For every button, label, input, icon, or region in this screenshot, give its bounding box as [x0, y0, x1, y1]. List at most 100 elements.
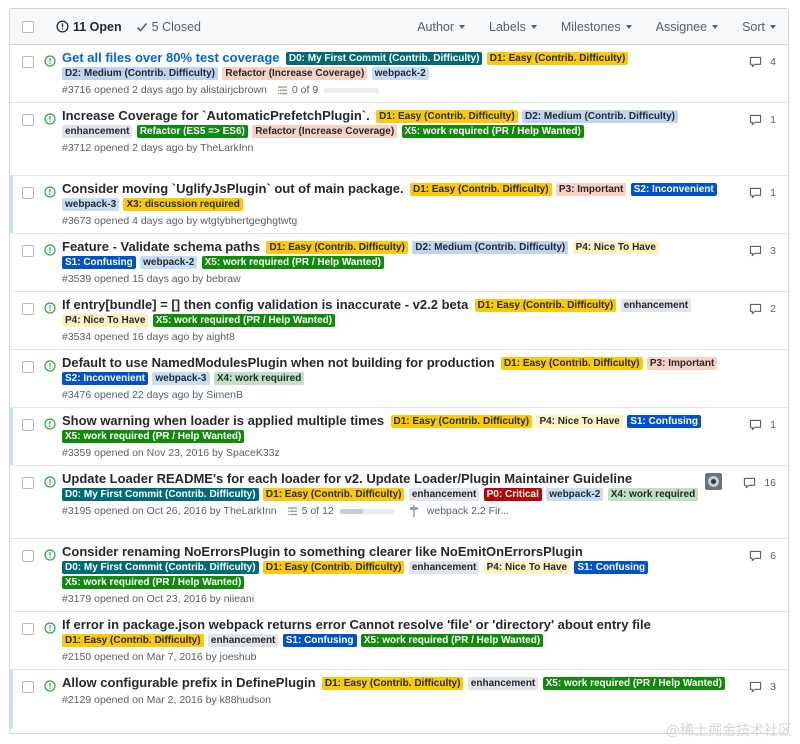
issue-label[interactable]: D1: Easy (Contrib. Difficulty)	[390, 415, 533, 428]
issue-label[interactable]: D1: Easy (Contrib. Difficulty)	[500, 357, 643, 370]
issue-label[interactable]: D1: Easy (Contrib. Difficulty)	[321, 677, 464, 690]
issue-label[interactable]: P0: Critical	[483, 488, 542, 501]
issue-checkbox[interactable]	[22, 361, 34, 373]
issue-label[interactable]: Refactor (Increase Coverage)	[222, 67, 368, 80]
issue-title-link[interactable]: Feature - Validate schema paths	[62, 239, 260, 254]
issue-label[interactable]: X5: work required (PR / Help Wanted)	[201, 256, 384, 269]
issue-checkbox[interactable]	[22, 245, 34, 257]
issue-row[interactable]: If entry[bundle] = [] then config valida…	[10, 292, 788, 350]
issue-row[interactable]: If error in package.json webpack returns…	[10, 612, 788, 670]
issue-label[interactable]: enhancement	[62, 125, 133, 138]
issue-label[interactable]: P4: Nice To Have	[62, 314, 149, 327]
comment-count-link[interactable]: 2	[749, 303, 776, 315]
issue-label[interactable]: X5: work required (PR / Help Wanted)	[152, 314, 336, 327]
filter-labels[interactable]: Labels	[489, 20, 537, 34]
issue-label[interactable]: X5: work required (PR / Help Wanted)	[62, 430, 245, 443]
issue-label[interactable]: D1: Easy (Contrib. Difficulty)	[262, 488, 405, 501]
issue-label[interactable]: D1: Easy (Contrib. Difficulty)	[410, 183, 552, 196]
comment-count-link[interactable]: 4	[749, 56, 776, 68]
issue-row[interactable]: Get all files over 80% test coverage D0:…	[10, 45, 788, 103]
issue-label[interactable]: enhancement	[467, 677, 539, 690]
issue-checkbox[interactable]	[22, 303, 34, 315]
issue-checkbox[interactable]	[22, 114, 34, 126]
issue-label[interactable]: D1: Easy (Contrib. Difficulty)	[474, 299, 617, 312]
issue-title-link[interactable]: If entry[bundle] = [] then config valida…	[62, 297, 468, 312]
issue-label[interactable]: webpack-3	[62, 198, 120, 211]
comment-count-link[interactable]: 3	[749, 681, 776, 693]
issue-label[interactable]: D1: Easy (Contrib. Difficulty)	[266, 241, 408, 254]
issue-checkbox[interactable]	[22, 56, 34, 68]
issue-label[interactable]: webpack-2	[140, 256, 198, 269]
issue-row[interactable]: Update Loader README's for each loader f…	[10, 466, 788, 539]
issue-label[interactable]: Refactor (ES5 => ES6)	[136, 125, 248, 138]
issue-label[interactable]: enhancement	[408, 488, 480, 501]
issue-checkbox[interactable]	[22, 187, 34, 199]
comment-count-link[interactable]: 1	[749, 419, 776, 431]
issue-label[interactable]: P3: Important	[646, 357, 718, 370]
issue-checkbox[interactable]	[22, 419, 34, 431]
issue-label[interactable]: P3: Important	[555, 183, 627, 196]
issue-checkbox[interactable]	[22, 477, 34, 489]
issue-label[interactable]: webpack-2	[371, 67, 429, 80]
issue-title-link[interactable]: Allow configurable prefix in DefinePlugi…	[62, 675, 316, 690]
issue-title-link[interactable]: If error in package.json webpack returns…	[62, 617, 651, 632]
issue-label[interactable]: D2: Medium (Contrib. Difficulty)	[62, 67, 218, 80]
issue-label[interactable]: S1: Confusing	[627, 415, 701, 428]
issue-label[interactable]: P4: Nice To Have	[536, 415, 623, 428]
issue-milestone[interactable]: webpack 2.2 Fir...	[409, 505, 509, 517]
issue-row[interactable]: Feature - Validate schema paths D1: Easy…	[10, 234, 788, 292]
issue-label[interactable]: S2: Inconvenient	[62, 372, 149, 385]
issue-label[interactable]: webpack-3	[152, 372, 210, 385]
filter-sort[interactable]: Sort	[742, 20, 776, 34]
issue-label[interactable]: D0: My First Commit (Contrib. Difficulty…	[62, 561, 259, 574]
issue-label[interactable]: D1: Easy (Contrib. Difficulty)	[486, 52, 629, 65]
issue-title-link[interactable]: Get all files over 80% test coverage	[62, 50, 280, 65]
issue-label[interactable]: S1: Confusing	[62, 256, 136, 269]
issue-label[interactable]: enhancement	[207, 634, 279, 647]
issue-title-link[interactable]: Increase Coverage for `AutomaticPrefetch…	[62, 108, 370, 123]
issue-row[interactable]: Show warning when loader is applied mult…	[10, 408, 788, 466]
issue-label[interactable]: X4: work required	[213, 372, 305, 385]
issue-label[interactable]: enhancement	[408, 561, 480, 574]
issue-label[interactable]: X3: discussion required	[123, 198, 243, 211]
issue-row[interactable]: Default to use NamedModulesPlugin when n…	[10, 350, 788, 408]
issue-label[interactable]: D1: Easy (Contrib. Difficulty)	[376, 110, 518, 123]
issue-row[interactable]: Consider renaming NoErrorsPlugin to some…	[10, 539, 788, 612]
issue-label[interactable]: D2: Medium (Contrib. Difficulty)	[412, 241, 569, 254]
issue-label[interactable]: D1: Easy (Contrib. Difficulty)	[262, 561, 405, 574]
issue-title-link[interactable]: Consider moving `UglifyJsPlugin` out of …	[62, 181, 404, 196]
assignee-avatar[interactable]	[705, 473, 722, 490]
open-issues-toggle[interactable]: 11 Open	[56, 20, 122, 34]
issue-row[interactable]: Consider moving `UglifyJsPlugin` out of …	[10, 176, 788, 234]
issue-checkbox[interactable]	[22, 681, 34, 693]
issue-label[interactable]: X5: work required (PR / Help Wanted)	[360, 634, 544, 647]
issue-label[interactable]: X5: work required (PR / Help Wanted)	[62, 576, 245, 589]
issue-title-link[interactable]: Default to use NamedModulesPlugin when n…	[62, 355, 495, 370]
issue-row[interactable]: Increase Coverage for `AutomaticPrefetch…	[10, 103, 788, 176]
issue-title-link[interactable]: Consider renaming NoErrorsPlugin to some…	[62, 544, 583, 559]
issue-label[interactable]: webpack-2	[546, 488, 604, 501]
issue-label[interactable]: Refactor (Increase Coverage)	[252, 125, 398, 138]
comment-count-link[interactable]: 3	[749, 245, 776, 257]
filter-assignee[interactable]: Assignee	[656, 20, 719, 34]
issue-title-link[interactable]: Update Loader README's for each loader f…	[62, 471, 632, 486]
issue-label[interactable]: enhancement	[620, 299, 692, 312]
issue-label[interactable]: S1: Confusing	[574, 561, 649, 574]
issue-label[interactable]: D0: My First Commit (Contrib. Difficulty…	[285, 52, 483, 65]
issue-label[interactable]: P4: Nice To Have	[483, 561, 571, 574]
issue-label[interactable]: S1: Confusing	[282, 634, 357, 647]
issue-title-link[interactable]: Show warning when loader is applied mult…	[62, 413, 384, 428]
issue-label[interactable]: D1: Easy (Contrib. Difficulty)	[62, 634, 204, 647]
comment-count-link[interactable]: 1	[749, 114, 776, 126]
issue-checkbox[interactable]	[22, 623, 34, 635]
issue-label[interactable]: X5: work required (PR / Help Wanted)	[401, 125, 584, 138]
filter-milestones[interactable]: Milestones	[561, 20, 632, 34]
comment-count-link[interactable]: 16	[743, 477, 776, 489]
comment-count-link[interactable]: 6	[749, 550, 776, 562]
closed-issues-toggle[interactable]: 5 Closed	[136, 20, 201, 34]
issue-label[interactable]: X4: work required	[607, 488, 699, 501]
select-all-checkbox[interactable]	[22, 20, 34, 33]
issue-label[interactable]: S2: Inconvenient	[630, 183, 717, 196]
filter-author[interactable]: Author	[417, 20, 466, 34]
issue-label[interactable]: D0: My First Commit (Contrib. Difficulty…	[62, 488, 259, 501]
